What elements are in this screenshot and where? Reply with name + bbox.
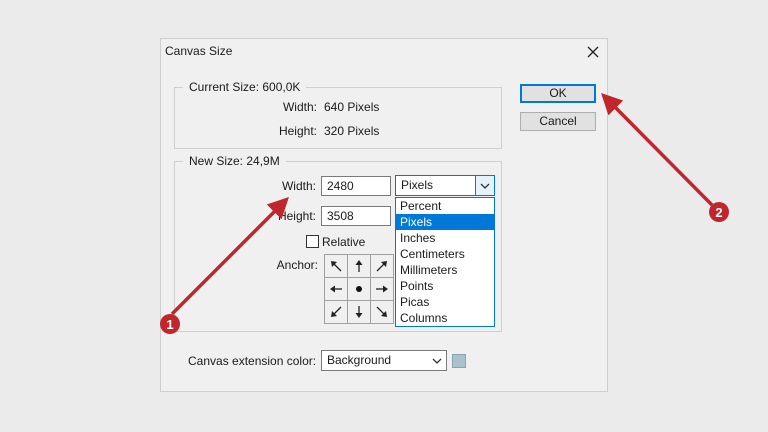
anchor-bottom-left[interactable]	[325, 301, 347, 323]
current-width-label: Width:	[282, 100, 317, 114]
new-size-legend: New Size: 24,9M	[183, 154, 286, 168]
current-width-value: 640 Pixels	[324, 100, 380, 114]
arrow-right-icon	[376, 285, 388, 293]
new-height-label: Height:	[277, 209, 316, 223]
current-size-legend: Current Size: 600,0K	[183, 80, 307, 94]
current-height-value: 320 Pixels	[324, 124, 380, 138]
anchor-top-right[interactable]	[371, 255, 393, 277]
unit-option-picas[interactable]: Picas	[396, 294, 494, 310]
current-size-group: Current Size: 600,0K	[174, 80, 502, 149]
anchor-bottom[interactable]	[348, 301, 370, 323]
anchor-bottom-right[interactable]	[371, 301, 393, 323]
arrow-down-right-icon	[376, 306, 387, 317]
anchor-label: Anchor:	[276, 258, 318, 272]
unit-option-millimeters[interactable]: Millimeters	[396, 262, 494, 278]
unit-option-inches[interactable]: Inches	[396, 230, 494, 246]
chevron-down-icon[interactable]	[428, 351, 446, 370]
close-icon[interactable]	[581, 39, 605, 65]
ok-button[interactable]: OK	[520, 84, 596, 103]
canvas-color-swatch[interactable]	[452, 354, 466, 368]
canvas-extension-label: Canvas extension color:	[188, 354, 317, 368]
callout-badge-1: 1	[160, 314, 180, 334]
dialog-title: Canvas Size	[165, 44, 233, 58]
arrow-up-left-icon	[331, 261, 342, 272]
unit-select-value: Pixels	[401, 178, 434, 192]
arrow-up-right-icon	[376, 261, 387, 272]
arrow-up-icon	[355, 260, 363, 272]
center-dot-icon	[356, 286, 362, 292]
anchor-top-left[interactable]	[325, 255, 347, 277]
callout-badge-2: 2	[709, 202, 729, 222]
anchor-left[interactable]	[325, 278, 347, 300]
arrow-left-icon	[330, 285, 342, 293]
callout-arrow-2	[601, 93, 714, 207]
canvas-extension-select[interactable]: Background	[321, 350, 447, 371]
anchor-grid	[324, 254, 394, 324]
new-width-label: Width:	[281, 179, 316, 193]
relative-label[interactable]: Relative	[322, 235, 365, 249]
canvas-extension-value: Background	[327, 353, 392, 367]
arrow-down-icon	[355, 306, 363, 318]
unit-option-pixels[interactable]: Pixels	[396, 214, 494, 230]
unit-dropdown-list: Percent Pixels Inches Centimeters Millim…	[395, 197, 495, 327]
arrow-down-left-icon	[331, 306, 342, 317]
unit-option-centimeters[interactable]: Centimeters	[396, 246, 494, 262]
anchor-top[interactable]	[348, 255, 370, 277]
unit-select[interactable]: Pixels	[395, 175, 495, 196]
unit-option-points[interactable]: Points	[396, 278, 494, 294]
chevron-down-icon[interactable]	[475, 176, 494, 195]
canvas-size-dialog: Canvas Size Current Size: 600,0K Width: …	[160, 38, 608, 392]
unit-option-percent[interactable]: Percent	[396, 198, 494, 214]
unit-option-columns[interactable]: Columns	[396, 310, 494, 326]
new-height-input[interactable]: 3508	[321, 206, 391, 226]
current-height-label: Height:	[278, 124, 317, 138]
anchor-right[interactable]	[371, 278, 393, 300]
cancel-button[interactable]: Cancel	[520, 112, 596, 131]
relative-checkbox[interactable]	[306, 235, 319, 248]
new-width-input[interactable]: 2480	[321, 176, 391, 196]
anchor-center[interactable]	[348, 278, 370, 300]
